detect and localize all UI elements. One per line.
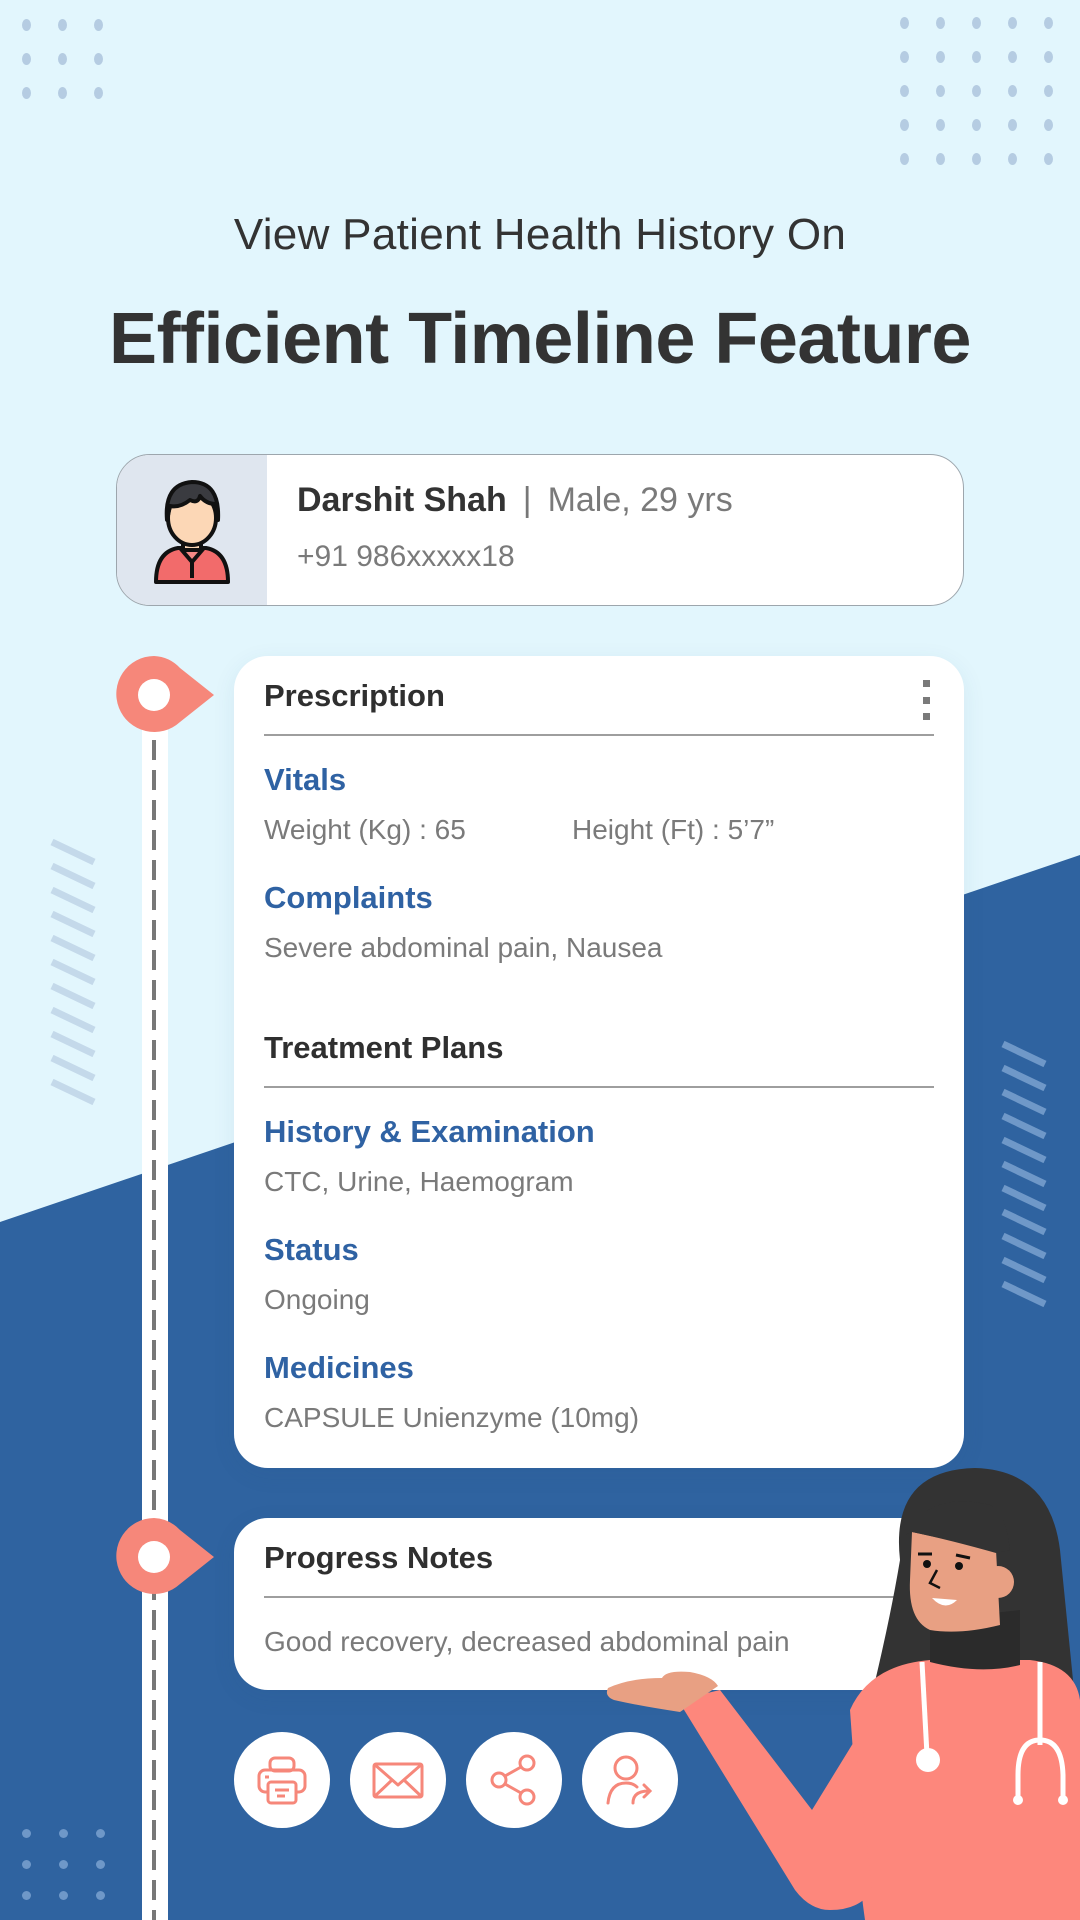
doctor-illustration — [606, 1468, 1080, 1920]
history-examination-label: History & Examination — [264, 1114, 595, 1149]
share-button[interactable] — [466, 1732, 562, 1828]
history-examination-value: CTC, Urine, Haemogram — [264, 1166, 574, 1197]
printer-icon — [257, 1756, 307, 1805]
mail-icon — [372, 1762, 424, 1799]
decorative-dots-top-left — [22, 19, 103, 99]
decorative-stripes-right — [1001, 1040, 1047, 1308]
decorative-dots-top-right — [900, 17, 1053, 165]
divider — [264, 1086, 934, 1088]
email-button[interactable] — [350, 1732, 446, 1828]
status-value: Ongoing — [264, 1284, 370, 1315]
complaints-label: Complaints — [264, 880, 433, 915]
share-icon — [490, 1754, 536, 1806]
decorative-dots-bottom-left — [22, 1829, 105, 1900]
medicines-label: Medicines — [264, 1350, 414, 1385]
page-title: Efficient Timeline Feature — [109, 299, 971, 379]
patient-card[interactable]: Darshit Shah | Male, 29 yrs +91 986xxxxx… — [116, 454, 964, 606]
vitals-label: Vitals — [264, 762, 347, 797]
timeline-pin-prescription — [116, 656, 214, 732]
complaints-value: Severe abdominal pain, Nausea — [264, 932, 663, 963]
card-title: Prescription — [264, 678, 445, 713]
medicines-value: CAPSULE Unienzyme (10mg) — [264, 1402, 640, 1433]
patient-phone: +91 986xxxxx18 — [297, 540, 515, 573]
status-label: Status — [264, 1232, 359, 1267]
vitals-height: Height (Ft) : 5’7” — [572, 814, 775, 845]
separator: | — [522, 481, 532, 519]
patient-name: Darshit Shah — [297, 481, 507, 519]
timeline-pin-progress-notes — [116, 1518, 214, 1594]
card-title: Progress Notes — [264, 1540, 494, 1575]
patient-info: Darshit Shah | Male, 29 yrs +91 986xxxxx… — [267, 455, 733, 605]
vitals-weight: Weight (Kg) : 65 — [264, 814, 466, 845]
page-subtitle: View Patient Health History On — [233, 210, 847, 259]
avatar — [117, 455, 267, 605]
prescription-card[interactable]: Prescription Vitals Weight (Kg) : 65 Hei… — [234, 656, 964, 1468]
decorative-stripes-left — [50, 838, 96, 1106]
kebab-menu-icon[interactable] — [914, 680, 938, 720]
patient-gender-age: Male, 29 yrs — [547, 481, 733, 519]
male-user-avatar-icon — [154, 480, 230, 584]
timeline-dashed-line — [152, 710, 156, 1920]
divider — [264, 734, 934, 736]
print-button[interactable] — [234, 1732, 330, 1828]
treatment-plans-title: Treatment Plans — [264, 1030, 504, 1065]
